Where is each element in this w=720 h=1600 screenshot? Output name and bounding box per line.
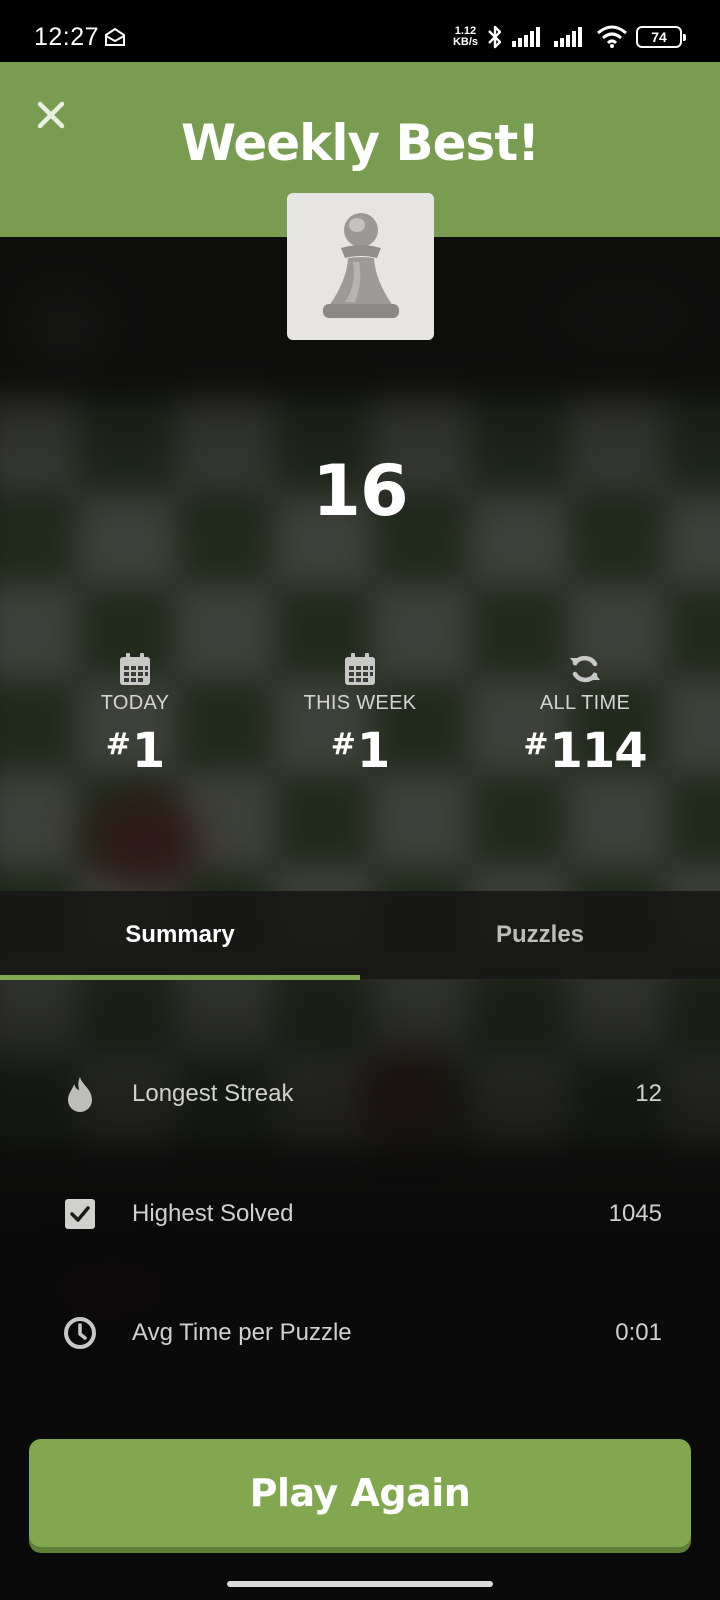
stat-value: 12 (635, 1080, 662, 1107)
rank-value: #1 (330, 723, 391, 779)
tab-bar: Summary Puzzles (0, 891, 720, 979)
rank-number: 1 (131, 723, 165, 779)
rank-hash: # (523, 727, 548, 762)
rank-value: #1 (105, 723, 166, 779)
stat-row-highest-solved: Highest Solved 1045 (0, 1184, 720, 1244)
flame-icon (62, 1076, 98, 1112)
status-bar: 12:27 1.12 KB/s 74 (0, 0, 720, 62)
rank-today: TODAY #1 (15, 652, 255, 779)
play-again-button[interactable]: Play Again (29, 1439, 691, 1547)
puzzle-score: 16 (312, 450, 408, 532)
stat-value: 1045 (608, 1200, 662, 1227)
clock-icon (62, 1315, 98, 1351)
rank-this-week: THIS WEEK #1 (240, 652, 480, 779)
page-title: Weekly Best! (180, 114, 540, 172)
rank-hash: # (105, 727, 131, 762)
status-time: 12:27 (34, 23, 100, 51)
rank-number: 114 (549, 723, 647, 779)
battery-indicator: 74 (636, 26, 686, 48)
stat-label: Avg Time per Puzzle (132, 1319, 352, 1346)
pawn-avatar-card (287, 193, 434, 340)
network-speed-unit: KB/s (452, 36, 478, 48)
home-indicator[interactable] (227, 1581, 493, 1587)
rank-hash: # (330, 727, 356, 762)
wifi-icon (597, 25, 627, 48)
status-indicators: 1.12 KB/s 74 (453, 24, 686, 50)
network-speed: 1.12 KB/s (453, 26, 478, 48)
signal-icon-sim1 (512, 27, 540, 47)
mail-notification-icon (105, 27, 125, 46)
rank-summary: TODAY #1 THIS WEEK #1 ALL TIME # 114 (0, 652, 720, 792)
tab-summary[interactable]: Summary (0, 891, 360, 979)
stat-row-longest-streak: Longest Streak 12 (0, 1064, 720, 1124)
stat-label: Longest Streak (132, 1080, 294, 1107)
rank-label: ALL TIME (539, 692, 631, 714)
stat-value: 0:01 (615, 1319, 662, 1346)
rank-value: #114 (523, 723, 647, 779)
active-tab-indicator (0, 975, 360, 980)
pawn-icon (322, 212, 399, 318)
tab-puzzles[interactable]: Puzzles (360, 891, 720, 979)
bluetooth-icon (488, 25, 502, 49)
refresh-icon (568, 652, 602, 686)
rank-all-time: ALL TIME #114 (465, 652, 705, 779)
calendar-icon (118, 652, 152, 686)
checkbox-icon (62, 1196, 98, 1232)
stat-row-avg-time: Avg Time per Puzzle 0:01 (0, 1303, 720, 1363)
calendar-icon (343, 652, 377, 686)
rank-label: THIS WEEK (303, 692, 417, 714)
signal-icon-sim2 (554, 27, 582, 47)
rank-label: TODAY (100, 692, 170, 714)
stat-label: Highest Solved (132, 1200, 294, 1227)
rank-number: 1 (356, 723, 390, 779)
